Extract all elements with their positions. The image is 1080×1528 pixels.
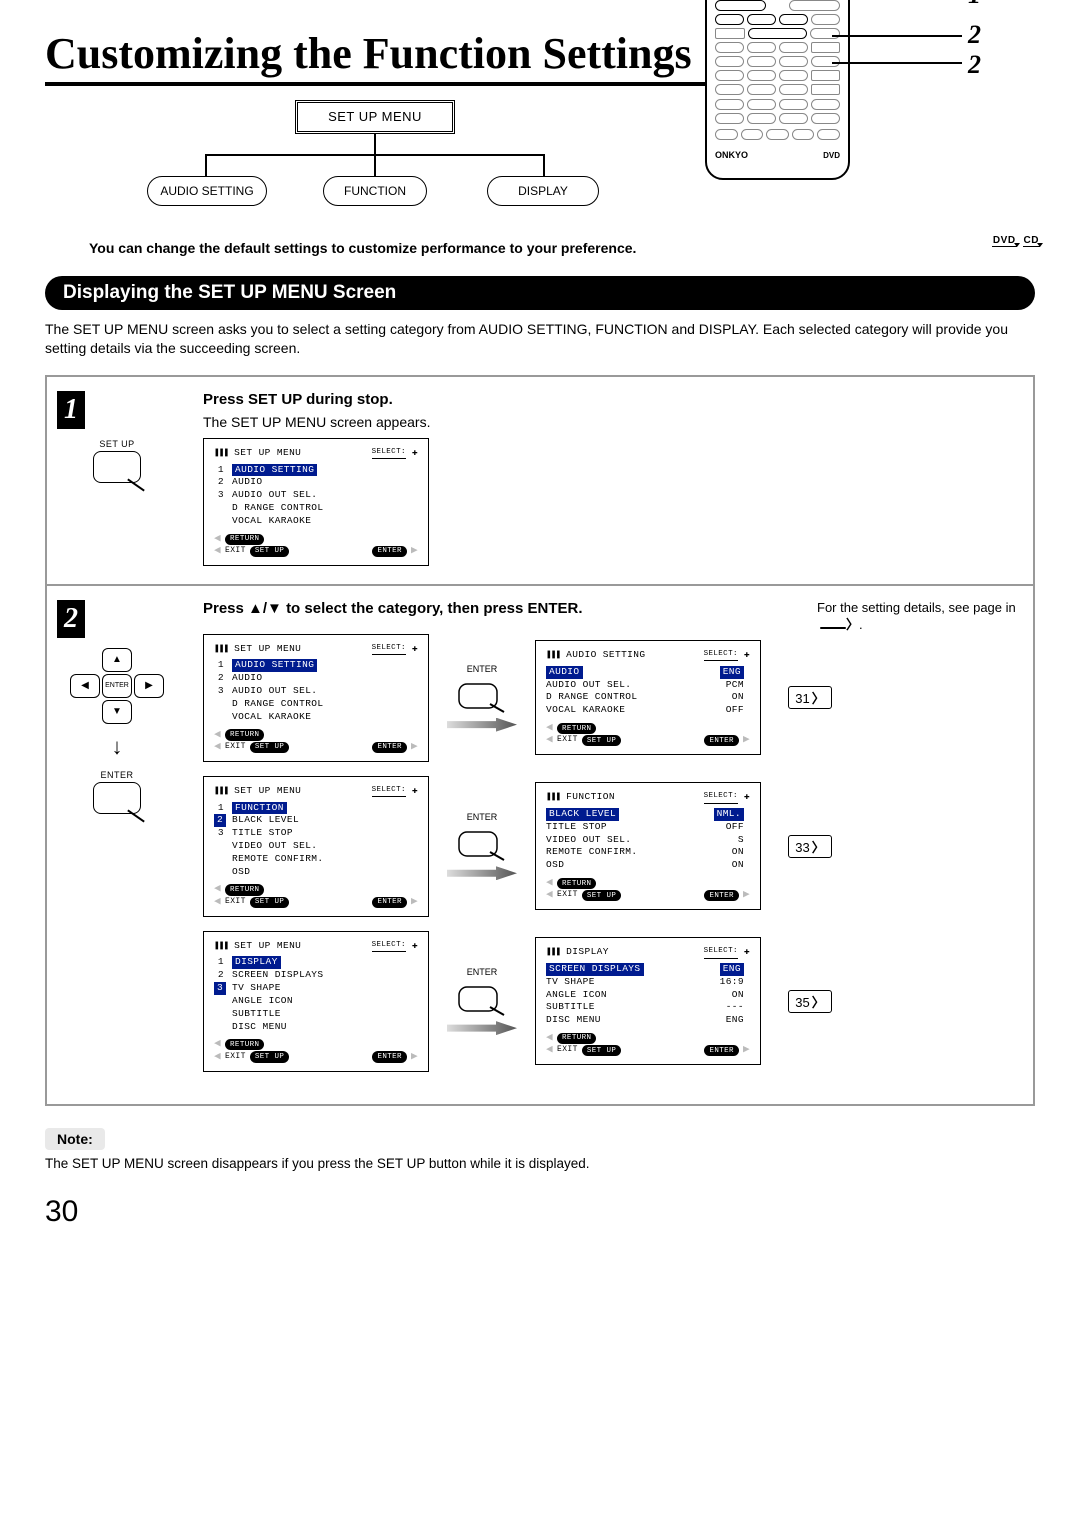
step-1-subtext: The SET UP MENU screen appears. xyxy=(203,414,1017,430)
note-text: The SET UP MENU screen disappears if you… xyxy=(45,1156,1035,1171)
flow-right-osd: ❚❚❚FUNCTIONSELECT:✚BLACK LEVELNML.TITLE … xyxy=(535,782,761,910)
flow-row: ❚❚❚SET UP MENUSELECT:✚1FUNCTION2BLACK LE… xyxy=(203,776,1017,917)
note-label: Note: xyxy=(45,1128,105,1150)
tree-leaf-audio: AUDIO SETTING xyxy=(147,176,267,206)
page-ref-intro: For the setting details, see page in 〉. xyxy=(817,600,1017,634)
flow-arrow: ENTER xyxy=(443,967,521,1035)
intro-text: The SET UP MENU screen asks you to selec… xyxy=(45,320,1035,359)
step-2-number: 2 xyxy=(57,600,85,638)
flow-left-osd: ❚❚❚SET UP MENUSELECT:✚1FUNCTION2BLACK LE… xyxy=(203,776,429,917)
remote-brand: ONKYO xyxy=(715,150,748,160)
setup-button-label: SET UP xyxy=(93,439,141,449)
step-1-heading: Press SET UP during stop. xyxy=(203,391,1017,408)
media-badges: DVDCD xyxy=(992,235,1040,247)
page-ref-num: 35 xyxy=(788,990,831,1013)
dpad-icon: ▲ ◀ENTER▶ ▼ xyxy=(70,648,164,724)
page-number: 30 xyxy=(45,1195,1035,1229)
flow-right-osd: ❚❚❚AUDIO SETTINGSELECT:✚AUDIOENGAUDIO OU… xyxy=(535,640,761,755)
callout-2a: 2 xyxy=(968,20,981,50)
flow-row: ❚❚❚SET UP MENUSELECT:✚1DISPLAY2SCREEN DI… xyxy=(203,931,1017,1072)
flow-right-osd: ❚❚❚DISPLAYSELECT:✚SCREEN DISPLAYSENGTV S… xyxy=(535,937,761,1065)
enter-button-label: ENTER xyxy=(93,770,141,780)
step-1: 1 SET UP Press SET UP during stop. The S… xyxy=(47,377,1033,584)
menu-tree-diagram: SET UP MENU AUDIO SETTING FUNCTION DISPL… xyxy=(145,100,605,230)
section-heading: Displaying the SET UP MENU Screen xyxy=(45,276,1035,310)
title-text: Customizing the Function Settings xyxy=(45,30,705,78)
enter-button-icon xyxy=(458,678,506,714)
tree-root: SET UP MENU xyxy=(295,100,455,134)
enter-button-icon xyxy=(93,782,141,814)
step-1-osd: ❚❚❚SET UP MENUSELECT:✚1AUDIO SETTING2AUD… xyxy=(203,438,429,566)
tree-leaf-function: FUNCTION xyxy=(323,176,427,206)
step-2-heading: Press ▲/▼ to select the category, then p… xyxy=(203,600,583,617)
page-ref-num: 31 xyxy=(788,686,831,709)
callout-2b: 2 xyxy=(968,50,981,80)
flow-row: ❚❚❚SET UP MENUSELECT:✚1AUDIO SETTING2AUD… xyxy=(203,634,1017,762)
setup-button-icon xyxy=(93,451,141,483)
remote-control-illustration: ONKYODVD xyxy=(705,0,850,180)
flow-left-osd: ❚❚❚SET UP MENUSELECT:✚1AUDIO SETTING2AUD… xyxy=(203,634,429,762)
enter-button-icon xyxy=(458,981,506,1017)
page-title: Customizing the Function Settings xyxy=(45,30,705,86)
step-1-number: 1 xyxy=(57,391,85,429)
flow-left-osd: ❚❚❚SET UP MENUSELECT:✚1DISPLAY2SCREEN DI… xyxy=(203,931,429,1072)
step-2: 2 ▲ ◀ENTER▶ ▼ ↓ ENTER Press ▲/▼ to selec… xyxy=(47,584,1033,1104)
flow-arrow: ENTER xyxy=(443,812,521,880)
preference-text: You can change the default settings to c… xyxy=(89,240,661,256)
flow-arrow: ENTER xyxy=(443,664,521,732)
tree-leaf-display: DISPLAY xyxy=(487,176,599,206)
enter-button-icon xyxy=(458,826,506,862)
page-ref-num: 33 xyxy=(788,835,831,858)
down-arrow-icon: ↓ xyxy=(112,734,123,760)
callout-1: 1 xyxy=(968,0,981,10)
